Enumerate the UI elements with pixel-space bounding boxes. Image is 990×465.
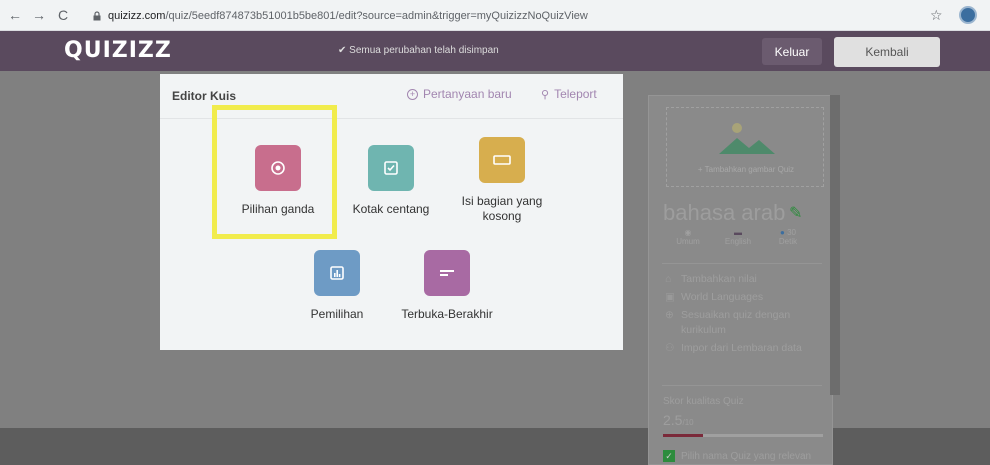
- teleport-button[interactable]: ⚲ Teleport: [541, 87, 597, 101]
- new-question-button[interactable]: + Pertanyaan baru: [407, 87, 512, 101]
- pencil-icon[interactable]: ✎: [789, 203, 802, 223]
- quiz-meta: ◉ Umum ▬ English ● 30 Detik: [663, 228, 833, 246]
- quiz-title[interactable]: bahasa arab: [663, 200, 785, 226]
- saved-status-text: Semua perubahan telah disimpan: [349, 45, 499, 56]
- score-progress-bar: [663, 434, 823, 437]
- subject-item[interactable]: ▣ World Languages: [665, 290, 825, 305]
- score-label: Skor kualitas Quiz: [663, 396, 744, 407]
- language-icon: ▬: [734, 228, 742, 237]
- lock-icon: [93, 10, 101, 20]
- reload-icon[interactable]: C: [54, 6, 72, 24]
- add-grade-label: Tambahkan nilai: [681, 273, 757, 285]
- score-max: /10: [682, 418, 694, 427]
- check-icon: ✔: [338, 45, 350, 56]
- divider: [662, 263, 822, 264]
- question-type-fill-blank[interactable]: Isi bagian yang kosong: [442, 137, 562, 224]
- question-type-label: Isi bagian yang kosong: [461, 194, 543, 223]
- add-quiz-image[interactable]: + Tambahkan gambar Quiz: [666, 107, 824, 187]
- plus-circle-icon: ⊕: [665, 309, 674, 321]
- highlight-box: [212, 105, 337, 239]
- score-number: 2.5: [663, 412, 683, 428]
- url-domain: quizizz.com: [108, 9, 166, 22]
- question-type-label: Pemilihan: [310, 307, 364, 321]
- question-type-open-ended[interactable]: Terbuka-Berakhir: [387, 250, 507, 322]
- divider: [662, 385, 822, 386]
- question-type-checkbox[interactable]: Kotak centang: [345, 145, 437, 217]
- quality-check-item[interactable]: ✓ Pilih nama Quiz yang relevan: [663, 450, 811, 462]
- saved-status: ✔ Semua perubahan telah disimpan: [338, 45, 499, 56]
- modal-title: Editor Kuis: [172, 89, 237, 103]
- add-image-label: + Tambahkan gambar Quiz: [697, 165, 795, 174]
- meta-time[interactable]: ● 30 Detik: [763, 228, 813, 246]
- graduation-cap-icon: ⌂: [665, 273, 672, 285]
- curriculum-item[interactable]: ⊕ Sesuaikan quiz dengan kurikulum: [665, 308, 825, 338]
- app-header: QUIZIZZ ✔ Semua perubahan telah disimpan…: [0, 31, 990, 71]
- meta-time-value: 30: [787, 228, 796, 237]
- subject-label: World Languages: [681, 291, 764, 303]
- score-progress-fill: [663, 434, 703, 437]
- question-type-poll[interactable]: Pemilihan: [294, 250, 380, 322]
- curriculum-label: Sesuaikan quiz dengan kurikulum: [681, 309, 791, 336]
- meta-time-label: Detik: [778, 237, 798, 246]
- back-arrow-icon[interactable]: ←: [6, 6, 24, 24]
- url-path: /quiz/5eedf874873b51001b5be801/edit?sour…: [165, 9, 588, 22]
- question-type-label: Kotak centang: [352, 202, 430, 216]
- checkbox-icon: ✓: [663, 450, 675, 462]
- bottom-strip: [0, 428, 990, 465]
- question-type-label: Terbuka-Berakhir: [401, 307, 493, 321]
- plus-circle-icon: +: [407, 88, 418, 100]
- checkbox-icon: [368, 145, 414, 191]
- blank-icon: [479, 137, 525, 183]
- import-item[interactable]: ⚇ Impor dari Lembaran data: [665, 341, 825, 356]
- import-icon: ⚇: [665, 342, 675, 354]
- forward-arrow-icon[interactable]: →: [30, 6, 48, 24]
- quiz-settings-list: ⌂ Tambahkan nilai ▣ World Languages ⊕ Sesua…: [665, 272, 825, 359]
- browser-toolbar: ← → C quizizz.com/quiz/5eedf874873b51001…: [0, 0, 990, 31]
- import-label: Impor dari Lembaran data: [681, 342, 802, 354]
- poll-icon: [314, 250, 360, 296]
- new-question-label: Pertanyaan baru: [423, 87, 512, 101]
- keluar-button[interactable]: Keluar: [762, 38, 822, 65]
- meta-language-label: English: [724, 237, 752, 246]
- meta-language[interactable]: ▬ English: [713, 228, 763, 246]
- meta-visibility-label: Umum: [676, 237, 700, 246]
- meta-visibility[interactable]: ◉ Umum: [663, 228, 713, 246]
- teleport-label: Teleport: [554, 87, 597, 101]
- book-icon: ▣: [665, 291, 675, 303]
- open-ended-icon: [424, 250, 470, 296]
- image-icon: [719, 123, 775, 154]
- quizizz-logo[interactable]: QUIZIZZ: [64, 38, 172, 63]
- eye-icon: ◉: [684, 228, 692, 237]
- search-icon: ⚲: [541, 88, 550, 101]
- score-value: 2.5/10: [663, 412, 694, 428]
- clock-icon: ● 30: [780, 228, 796, 237]
- bookmark-star-icon[interactable]: ☆: [930, 7, 943, 24]
- quality-check-label: Pilih nama Quiz yang relevan: [681, 450, 812, 462]
- address-bar[interactable]: quizizz.com/quiz/5eedf874873b51001b5be80…: [92, 5, 932, 26]
- kembali-button[interactable]: Kembali: [834, 37, 940, 67]
- add-grade-item[interactable]: ⌂ Tambahkan nilai: [665, 272, 825, 287]
- profile-avatar[interactable]: [959, 6, 977, 24]
